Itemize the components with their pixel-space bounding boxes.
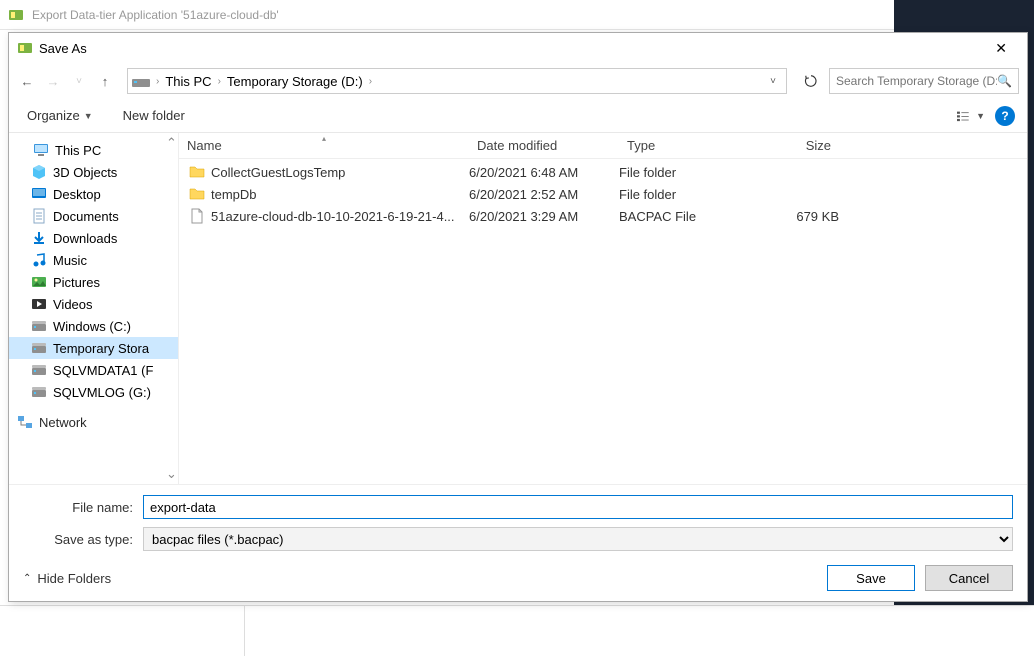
up-button[interactable]: ↑ bbox=[95, 71, 115, 91]
file-date: 6/20/2021 6:48 AM bbox=[469, 165, 578, 180]
new-folder-label: New folder bbox=[123, 108, 185, 123]
recent-locations-button[interactable]: ˅ bbox=[69, 71, 89, 91]
tree-item-label: Videos bbox=[53, 297, 93, 312]
column-name[interactable]: ▴ Name bbox=[179, 138, 469, 153]
tree-item-label: Desktop bbox=[53, 187, 101, 202]
tree-item[interactable]: Desktop bbox=[9, 183, 178, 205]
background-area bbox=[0, 605, 1034, 655]
refresh-button[interactable] bbox=[799, 69, 823, 93]
forward-button[interactable]: → bbox=[43, 71, 63, 91]
file-name: 51azure-cloud-db-10-10-2021-6-19-21-4... bbox=[211, 209, 455, 224]
breadcrumb-root[interactable]: This PC bbox=[161, 74, 215, 89]
navigation-bar: ← → ˅ ↑ › This PC › Temporary Storage (D… bbox=[9, 63, 1027, 99]
file-size: 679 KB bbox=[796, 209, 839, 224]
back-button[interactable]: ← bbox=[17, 71, 37, 91]
tree-item[interactable]: Windows (C:) bbox=[9, 315, 178, 337]
filename-label: File name: bbox=[23, 500, 143, 515]
file-row[interactable]: CollectGuestLogsTemp 6/20/2021 6:48 AM Fil… bbox=[179, 161, 1027, 183]
tree-item[interactable]: Network bbox=[9, 411, 178, 433]
column-size[interactable]: Size bbox=[739, 138, 839, 153]
tree-item[interactable]: This PC bbox=[9, 139, 178, 161]
chevron-right-icon[interactable]: › bbox=[154, 76, 161, 87]
tree-item-label: Music bbox=[53, 253, 87, 268]
saveastype-select[interactable]: bacpac files (*.bacpac) bbox=[143, 527, 1013, 551]
chevron-right-icon[interactable]: › bbox=[216, 76, 223, 87]
tree-item[interactable]: Music bbox=[9, 249, 178, 271]
address-bar[interactable]: › This PC › Temporary Storage (D:) › ˅ bbox=[127, 68, 787, 94]
tree-item-label: Downloads bbox=[53, 231, 117, 246]
file-type: File folder bbox=[619, 165, 676, 180]
folder-tree: This PC 3D Objects Desktop Documents Downloa… bbox=[9, 133, 179, 484]
tree-item-label: Windows (C:) bbox=[53, 319, 131, 334]
chevron-right-icon[interactable]: › bbox=[367, 76, 374, 87]
file-list: ▴ Name Date modified Type Size CollectGu… bbox=[179, 133, 1027, 484]
parent-window-title: Export Data-tier Application '51azure-cl… bbox=[32, 8, 902, 22]
tree-item-label: SQLVMDATA1 (F bbox=[53, 363, 153, 378]
file-type: BACPAC File bbox=[619, 209, 696, 224]
organize-button[interactable]: Organize ▼ bbox=[21, 104, 99, 127]
tree-item[interactable]: Videos bbox=[9, 293, 178, 315]
parent-titlebar: Export Data-tier Application '51azure-cl… bbox=[0, 0, 1034, 30]
file-date: 6/20/2021 2:52 AM bbox=[469, 187, 578, 202]
tree-item[interactable]: SQLVMDATA1 (F bbox=[9, 359, 178, 381]
tree-item-label: 3D Objects bbox=[53, 165, 117, 180]
dialog-title: Save As bbox=[39, 41, 983, 56]
app-icon bbox=[8, 7, 24, 23]
hide-folders-button[interactable]: ⌃ Hide Folders bbox=[23, 571, 111, 586]
search-box[interactable]: 🔍 bbox=[829, 68, 1019, 94]
column-headers: ▴ Name Date modified Type Size bbox=[179, 133, 1027, 159]
new-folder-button[interactable]: New folder bbox=[117, 104, 191, 127]
address-dropdown-button[interactable]: ˅ bbox=[764, 76, 782, 87]
breadcrumb-current[interactable]: Temporary Storage (D:) bbox=[223, 74, 367, 89]
save-icon bbox=[17, 40, 33, 56]
sidebar-scrollbar[interactable]: ⌃⌄ bbox=[166, 135, 176, 482]
column-type[interactable]: Type bbox=[619, 138, 739, 153]
file-date: 6/20/2021 3:29 AM bbox=[469, 209, 578, 224]
toolbar: Organize ▼ New folder ▼ ? bbox=[9, 99, 1027, 133]
help-button[interactable]: ? bbox=[995, 106, 1015, 126]
view-options-button[interactable]: ▼ bbox=[957, 106, 985, 126]
file-row[interactable]: tempDb 6/20/2021 2:52 AM File folder bbox=[179, 183, 1027, 205]
file-name: CollectGuestLogsTemp bbox=[211, 165, 345, 180]
saveastype-label: Save as type: bbox=[23, 532, 143, 547]
tree-item-label: Temporary Stora bbox=[53, 341, 149, 356]
save-button[interactable]: Save bbox=[827, 565, 915, 591]
column-date[interactable]: Date modified bbox=[469, 138, 619, 153]
tree-item-label: This PC bbox=[55, 143, 101, 158]
save-as-dialog: Save As ✕ ← → ˅ ↑ › This PC › Temporary … bbox=[8, 32, 1028, 602]
tree-item[interactable]: Temporary Stora bbox=[9, 337, 178, 359]
file-name: tempDb bbox=[211, 187, 257, 202]
refresh-icon bbox=[804, 74, 818, 88]
search-icon[interactable]: 🔍 bbox=[997, 74, 1012, 88]
chevron-down-icon: ▼ bbox=[976, 111, 985, 121]
chevron-up-icon: ⌃ bbox=[23, 573, 31, 584]
file-type: File folder bbox=[619, 187, 676, 202]
bottom-panel: File name: Save as type: bacpac files (*… bbox=[9, 484, 1027, 601]
tree-item[interactable]: Pictures bbox=[9, 271, 178, 293]
file-row[interactable]: 51azure-cloud-db-10-10-2021-6-19-21-4...… bbox=[179, 205, 1027, 227]
organize-label: Organize bbox=[27, 108, 80, 123]
tree-item[interactable]: SQLVMLOG (G:) bbox=[9, 381, 178, 403]
chevron-down-icon: ▼ bbox=[84, 111, 93, 121]
dialog-titlebar: Save As ✕ bbox=[9, 33, 1027, 63]
close-dialog-button[interactable]: ✕ bbox=[983, 36, 1019, 61]
search-input[interactable] bbox=[836, 74, 997, 88]
filename-input[interactable] bbox=[143, 495, 1013, 519]
tree-item-label: SQLVMLOG (G:) bbox=[53, 385, 151, 400]
column-name-label: Name bbox=[187, 138, 222, 153]
tree-item[interactable]: 3D Objects bbox=[9, 161, 178, 183]
cancel-button[interactable]: Cancel bbox=[925, 565, 1013, 591]
drive-icon bbox=[132, 74, 150, 88]
tree-item[interactable]: Documents bbox=[9, 205, 178, 227]
hide-folders-label: Hide Folders bbox=[37, 571, 111, 586]
tree-item-label: Pictures bbox=[53, 275, 100, 290]
tree-item-label: Documents bbox=[53, 209, 119, 224]
tree-item-label: Network bbox=[39, 415, 87, 430]
tree-item[interactable]: Downloads bbox=[9, 227, 178, 249]
